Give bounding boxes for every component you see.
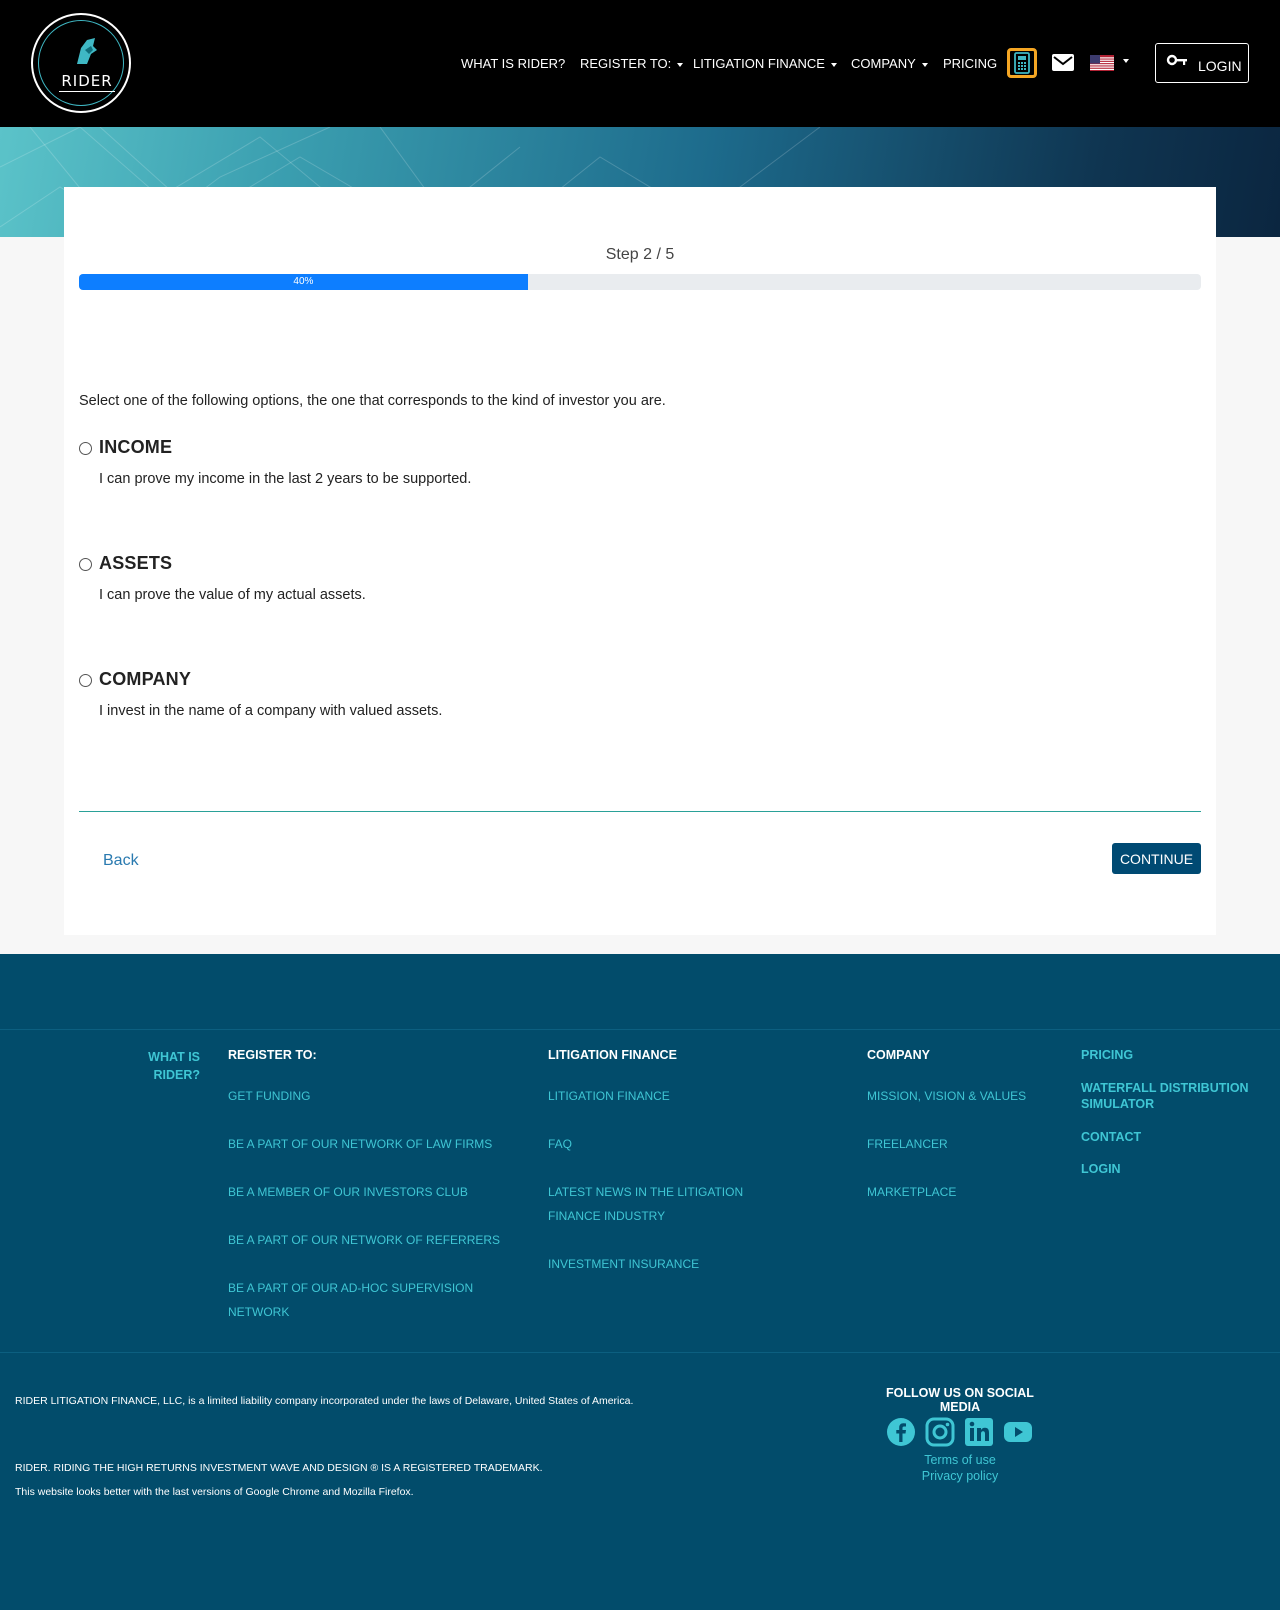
nav-label: PRICING [943, 56, 998, 71]
us-flag-icon [1090, 55, 1114, 71]
radio-income[interactable] [79, 442, 92, 455]
mail-icon [1053, 56, 1073, 66]
calculator-button[interactable] [1007, 48, 1037, 78]
language-selector[interactable] [1090, 55, 1114, 71]
footer-pricing-link[interactable]: PRICING [1081, 1048, 1261, 1062]
key-icon [1166, 54, 1187, 66]
footer-litigation-column: LITIGATION FINANCE LITIGATION FINANCE FA… [548, 1048, 768, 1276]
back-link[interactable]: Back [103, 852, 139, 870]
footer-link[interactable]: MISSION, VISION & VALUES [867, 1084, 1067, 1108]
logo-ring: RIDER [38, 20, 124, 106]
nav-pricing[interactable]: PRICING [943, 56, 997, 71]
youtube-icon[interactable] [1002, 1416, 1034, 1448]
caret-down-icon [921, 62, 928, 67]
top-navbar: RIDER WHAT IS RIDER? REGISTER TO: LITIGA… [0, 0, 1280, 127]
footer-link[interactable]: BE A PART OF OUR AD-HOC SUPERVISION NETW… [228, 1276, 488, 1324]
continue-button[interactable]: CONTINUE [1112, 843, 1201, 874]
legal-trademark-notice: RIDER. RIDING THE HIGH RETURNS INVESTMEN… [15, 1462, 543, 1474]
browser-notice: This website looks better with the last … [15, 1486, 414, 1498]
footer-link[interactable]: LATEST NEWS IN THE LITIGATION FINANCE IN… [548, 1180, 758, 1228]
footer-register-column: REGISTER TO: GET FUNDING BE A PART OF OU… [228, 1048, 508, 1324]
footer-link[interactable]: GET FUNDING [228, 1084, 508, 1108]
footer-divider [0, 1352, 1280, 1353]
logo-text: RIDER [61, 72, 113, 90]
footer-link[interactable]: FREELANCER [867, 1132, 1067, 1156]
nav-label: WHAT IS RIDER? [461, 56, 566, 71]
footer-heading: COMPANY [867, 1048, 930, 1062]
nav-what-is-rider[interactable]: WHAT IS RIDER? [461, 56, 565, 71]
mail-button[interactable] [1052, 54, 1074, 71]
footer-link[interactable]: FAQ [548, 1132, 768, 1156]
radio-company[interactable] [79, 674, 92, 687]
nav-label: LITIGATION FINANCE [693, 56, 825, 71]
caret-down-icon [830, 62, 837, 67]
progress-bar: 40% [79, 274, 1201, 290]
footer-extra-column: PRICING WATERFALL DISTRIBUTION SIMULATOR… [1081, 1048, 1261, 1176]
option-title[interactable]: COMPANY [99, 669, 191, 690]
linkedin-icon[interactable] [963, 1416, 995, 1448]
progress-bar-fill: 40% [79, 274, 528, 290]
logo-divider [59, 91, 115, 92]
footer-link[interactable]: MARKETPLACE [867, 1180, 1067, 1204]
login-label: LOGIN [1198, 58, 1242, 74]
nav-company[interactable]: COMPANY [851, 56, 928, 71]
footer-heading: REGISTER TO: [228, 1048, 317, 1062]
nav-label: REGISTER TO: [580, 56, 672, 71]
instagram-icon[interactable] [924, 1416, 956, 1448]
footer-waterfall-link[interactable]: WATERFALL DISTRIBUTION SIMULATOR [1081, 1080, 1261, 1112]
footer-divider [0, 1029, 1280, 1030]
divider [79, 811, 1201, 812]
option-title[interactable]: ASSETS [99, 553, 172, 574]
radio-assets[interactable] [79, 558, 92, 571]
option-title[interactable]: INCOME [99, 437, 172, 458]
instruction-text: Select one of the following options, the… [79, 393, 666, 409]
footer-heading: WHAT IS RIDER? [148, 1050, 200, 1082]
facebook-icon[interactable] [885, 1416, 917, 1448]
nav-litigation-finance[interactable]: LITIGATION FINANCE [693, 56, 837, 71]
footer-contact-link[interactable]: CONTACT [1081, 1130, 1261, 1144]
follow-us-heading: FOLLOW US ON SOCIAL MEDIA [886, 1386, 1034, 1414]
footer-link[interactable]: BE A MEMBER OF OUR INVESTORS CLUB [228, 1180, 508, 1204]
option-description: I can prove the value of my actual asset… [99, 587, 366, 603]
login-button[interactable]: LOGIN [1155, 43, 1249, 83]
footer-link[interactable]: BE A PART OF OUR NETWORK OF REFERRERS [228, 1228, 508, 1252]
option-description: I invest in the name of a company with v… [99, 703, 443, 719]
footer-link[interactable]: LITIGATION FINANCE [548, 1084, 768, 1108]
rider-logo[interactable]: RIDER [31, 13, 131, 113]
calculator-icon [1014, 52, 1030, 74]
footer-heading: LITIGATION FINANCE [548, 1048, 677, 1062]
footer-company-column: COMPANY MISSION, VISION & VALUES FREELAN… [867, 1048, 1067, 1204]
privacy-policy-link[interactable]: Privacy policy [865, 1469, 1055, 1483]
nav-label: COMPANY [851, 56, 916, 71]
footer-link[interactable]: INVESTMENT INSURANCE [548, 1252, 768, 1276]
caret-down-icon [677, 62, 684, 67]
terms-of-use-link[interactable]: Terms of use [865, 1453, 1055, 1467]
step-indicator: Step 2 / 5 [605, 246, 675, 263]
option-description: I can prove my income in the last 2 year… [99, 471, 472, 487]
nav-register-to[interactable]: REGISTER TO: [580, 56, 684, 71]
legal-company-notice: RIDER LITIGATION FINANCE, LLC, is a limi… [15, 1395, 634, 1407]
investor-type-card: Step 2 / 5 40% Select one of the followi… [64, 187, 1216, 935]
footer-what-is-rider[interactable]: WHAT IS RIDER? [140, 1048, 200, 1084]
footer-link[interactable]: BE A PART OF OUR NETWORK OF LAW FIRMS [228, 1132, 508, 1156]
footer-login-link[interactable]: LOGIN [1081, 1162, 1261, 1176]
horse-head-icon [77, 38, 97, 64]
caret-down-icon[interactable] [1123, 59, 1129, 63]
